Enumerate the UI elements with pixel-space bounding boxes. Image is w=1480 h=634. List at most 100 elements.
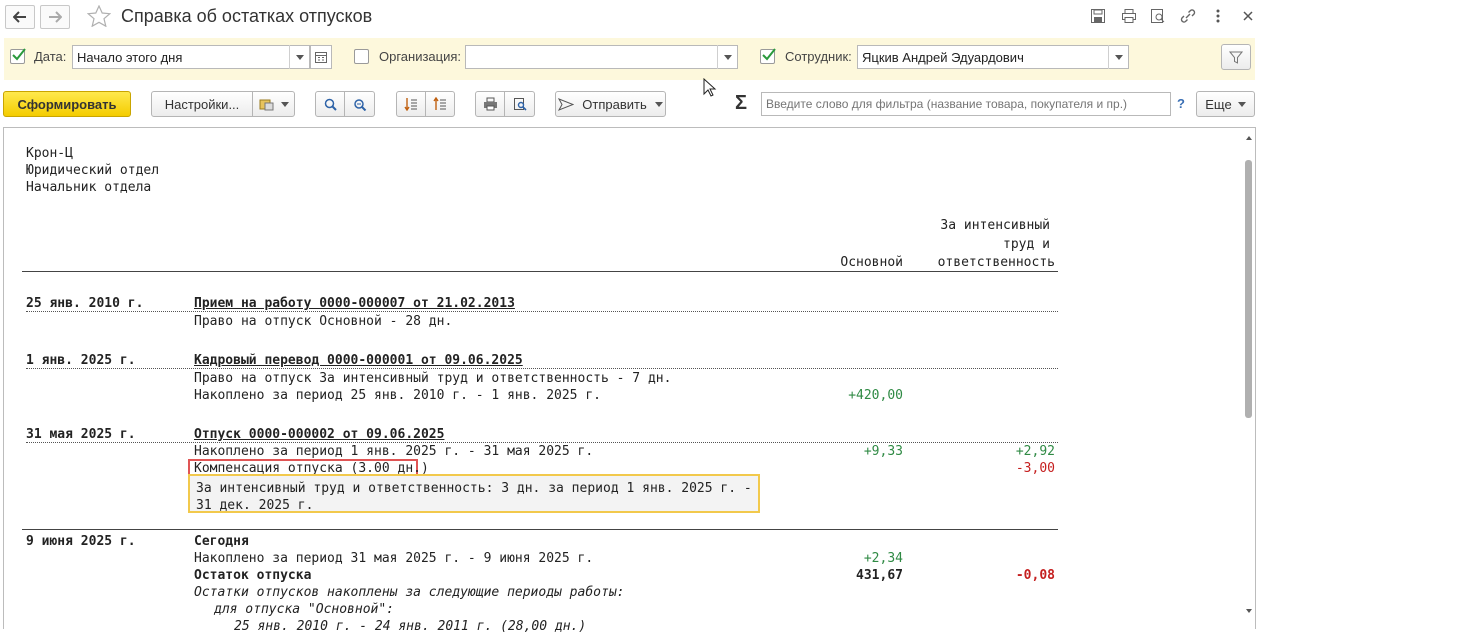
- value-intensive: +2,92: [1015, 444, 1055, 459]
- print-preview-icon: [513, 98, 527, 111]
- chevron-down-icon: [1114, 54, 1123, 60]
- mouse-cursor-icon: [703, 78, 717, 97]
- report-document: Крон-Ц Юридический отдел Начальник отдел…: [3, 127, 1256, 634]
- sort-expand-icon: [433, 97, 446, 110]
- value-main: +420,00: [848, 388, 903, 403]
- row-separator: [26, 311, 1058, 312]
- send-label: Отправить: [582, 96, 647, 112]
- variants-button[interactable]: [252, 91, 295, 117]
- filter-icon: [1229, 51, 1243, 64]
- collapse-groups-button[interactable]: [396, 91, 426, 117]
- value-main: +2,34: [863, 551, 903, 566]
- link-icon[interactable]: [1178, 6, 1198, 26]
- remaining-intensive: -0,08: [1015, 568, 1055, 583]
- back-button[interactable]: [5, 5, 35, 29]
- calendar-button[interactable]: [310, 45, 332, 69]
- find-next-button[interactable]: [344, 91, 375, 117]
- header-separator: [22, 271, 1058, 272]
- value-main: +9,33: [863, 444, 903, 459]
- employee-label: Сотрудник:: [785, 49, 852, 64]
- value-intensive: -3,00: [1015, 461, 1055, 476]
- date-value: Начало этого дня: [77, 50, 183, 65]
- position-name: Начальник отдела: [26, 180, 152, 195]
- entry-document-link[interactable]: Отпуск 0000-000002 от 09.06.2025: [194, 427, 444, 442]
- column-header-intensive-1: За интенсивный: [940, 218, 1050, 233]
- search-input[interactable]: [761, 92, 1171, 116]
- forward-button[interactable]: [40, 5, 70, 29]
- preview-icon[interactable]: [1148, 6, 1168, 26]
- tooltip-box: За интенсивный труд и ответственность: 3…: [188, 474, 760, 513]
- settings-button[interactable]: Настройки...: [151, 91, 253, 117]
- chevron-down-icon: [723, 54, 732, 60]
- row-separator: [26, 442, 1058, 443]
- entry-line: Право на отпуск Основной - 28 дн.: [194, 314, 453, 329]
- date-label: Дата:: [34, 49, 67, 64]
- note-line: для отпуска "Основной":: [214, 602, 395, 617]
- sort-collapse-icon: [404, 98, 417, 111]
- organization-checkbox[interactable]: [354, 49, 369, 64]
- scrollbar-thumb[interactable]: [1245, 160, 1252, 418]
- vertical-scrollbar[interactable]: [1243, 128, 1255, 630]
- expand-groups-button[interactable]: [425, 91, 455, 117]
- chevron-down-icon: [295, 54, 304, 60]
- column-header-main: Основной: [840, 255, 903, 270]
- remaining-main: 431,67: [856, 568, 903, 583]
- more-button[interactable]: Еще: [1196, 91, 1255, 117]
- close-icon[interactable]: [1238, 6, 1258, 26]
- calendar-icon: [315, 52, 327, 63]
- folder-settings-icon: [259, 99, 273, 111]
- chevron-down-icon: [654, 101, 663, 107]
- date-dropdown-button[interactable]: [289, 45, 309, 69]
- entry-date: 1 янв. 2025 г.: [26, 353, 136, 368]
- scroll-up-icon[interactable]: [1243, 133, 1255, 143]
- help-button[interactable]: ?: [1177, 96, 1185, 111]
- organization-field[interactable]: [465, 45, 738, 69]
- date-checkbox[interactable]: [10, 48, 26, 64]
- search-next-icon: [353, 98, 366, 111]
- entry-document-link[interactable]: Кадровый перевод 0000-000001 от 09.06.20…: [194, 353, 523, 368]
- filter-settings-button[interactable]: [1221, 44, 1251, 70]
- section-separator: [22, 529, 1058, 530]
- column-header-intensive-2: труд и: [1003, 237, 1050, 252]
- department-name: Юридический отдел: [26, 163, 160, 178]
- send-button[interactable]: Отправить: [555, 91, 666, 117]
- column-header-intensive-3: ответственность: [937, 255, 1055, 270]
- employee-checkbox[interactable]: [760, 48, 776, 64]
- sum-icon[interactable]: Σ: [735, 92, 747, 115]
- more-label: Еще: [1205, 96, 1232, 112]
- favorite-star-icon[interactable]: [86, 4, 112, 32]
- generate-button[interactable]: Сформировать: [3, 91, 131, 117]
- employee-field[interactable]: Яцкив Андрей Эдуардович: [857, 45, 1129, 69]
- more-vertical-icon[interactable]: [1208, 6, 1228, 26]
- entry-line: Накоплено за период 1 янв. 2025 г. - 31 …: [194, 444, 594, 459]
- printer-icon: [483, 97, 497, 111]
- chevron-down-icon: [280, 101, 289, 107]
- employee-value: Яцкив Андрей Эдуардович: [862, 50, 1024, 65]
- save-icon[interactable]: [1088, 6, 1108, 26]
- entry-line: Накоплено за период 25 янв. 2010 г. - 1 …: [194, 388, 601, 403]
- note-line: Остатки отпусков накоплены за следующие …: [194, 585, 625, 600]
- arrow-left-icon: [13, 11, 26, 23]
- chevron-down-icon: [1237, 101, 1246, 107]
- entry-document-link[interactable]: Прием на работу 0000-000007 от 21.02.201…: [194, 296, 515, 311]
- organization-dropdown-button[interactable]: [717, 45, 737, 69]
- remaining-label: Остаток отпуска: [194, 568, 312, 583]
- checkmark-icon: [762, 48, 776, 61]
- print-preview-button[interactable]: [504, 91, 535, 117]
- send-icon: [558, 97, 575, 111]
- entry-line: Накоплено за период 31 мая 2025 г. - 9 и…: [194, 551, 594, 566]
- today-label: Сегодня: [194, 534, 249, 549]
- arrow-right-icon: [49, 11, 62, 23]
- print-icon[interactable]: [1119, 6, 1139, 26]
- employee-dropdown-button[interactable]: [1108, 45, 1128, 69]
- print-button[interactable]: [475, 91, 505, 117]
- window-title: Справка об остатках отпусков: [121, 6, 373, 26]
- scroll-down-icon[interactable]: [1243, 606, 1255, 616]
- entry-date: 9 июня 2025 г.: [26, 534, 136, 549]
- company-name: Крон-Ц: [26, 146, 73, 161]
- search-icon: [324, 98, 337, 111]
- note-line: 25 янв. 2010 г. - 24 янв. 2011 г. (28,00…: [234, 619, 587, 634]
- find-button[interactable]: [315, 91, 345, 117]
- date-field[interactable]: Начало этого дня: [72, 45, 310, 69]
- entry-date: 31 мая 2025 г.: [26, 427, 136, 442]
